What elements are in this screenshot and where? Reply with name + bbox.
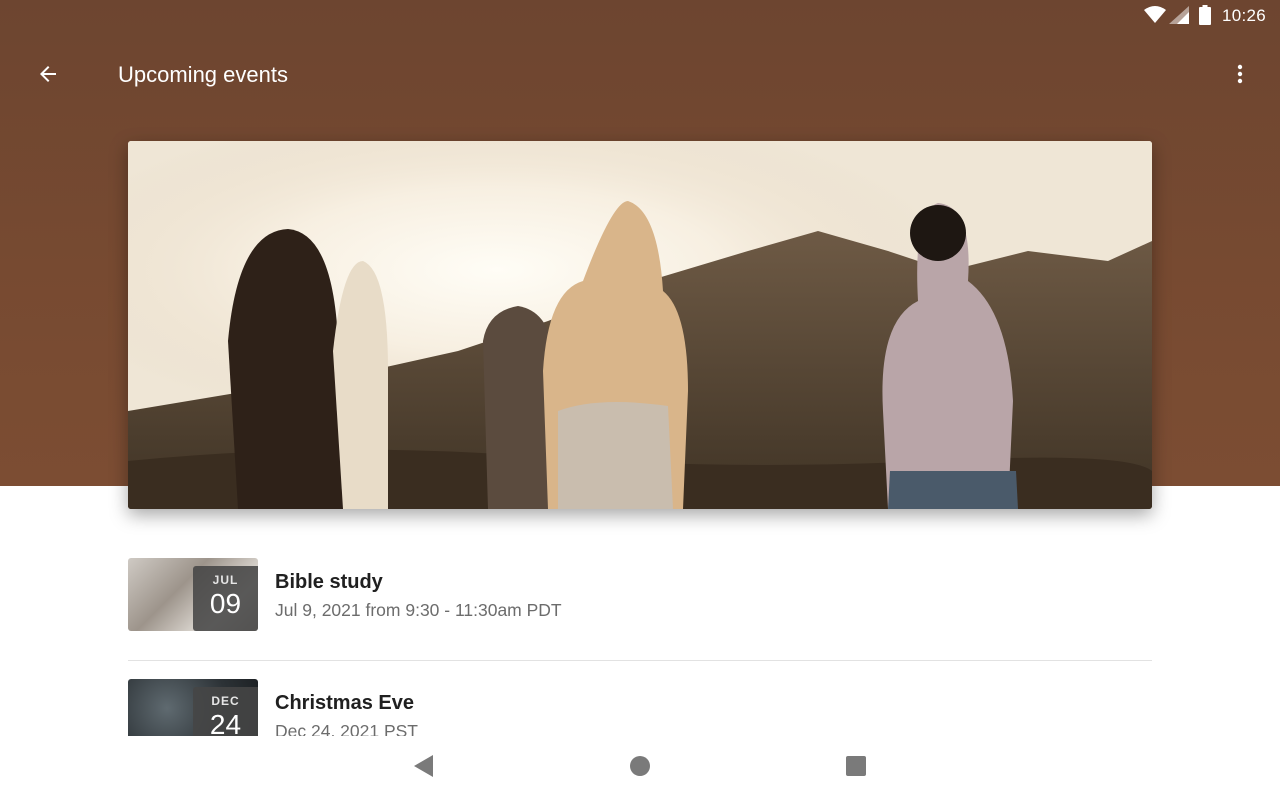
- event-title: Bible study: [275, 571, 383, 593]
- date-badge-month: JUL: [212, 573, 239, 587]
- date-badge-day: 24: [209, 709, 242, 736]
- event-thumbnail: DEC 24: [128, 679, 258, 736]
- event-title: Christmas Eve: [275, 692, 414, 714]
- list-item[interactable]: JUL 09 Bible study Jul 9, 2021 from 9:30…: [128, 540, 1152, 660]
- date-badge: DEC 24: [193, 687, 258, 736]
- event-datetime: Jul 9, 2021 from 9:30 - 11:30am PDT: [275, 600, 562, 620]
- events-list-viewport: JUL 09 Bible study Jul 9, 2021 from 9:30…: [0, 540, 1280, 736]
- status-bar: 10:26: [0, 0, 1280, 34]
- event-thumbnail: JUL 09: [128, 558, 258, 631]
- home-circle-icon: [629, 755, 651, 782]
- battery-icon: [1199, 5, 1211, 30]
- back-button[interactable]: [24, 54, 72, 98]
- date-badge: JUL 09: [193, 566, 258, 631]
- cell-signal-icon: [1169, 6, 1189, 29]
- overflow-menu-button[interactable]: [1218, 54, 1262, 98]
- wifi-icon: [1144, 6, 1166, 29]
- status-clock: 10:26: [1222, 6, 1267, 25]
- hero-image: [128, 141, 1152, 509]
- list-item[interactable]: DEC 24 Christmas Eve Dec 24, 2021 PST: [128, 661, 1152, 736]
- nav-home-button[interactable]: [612, 748, 668, 788]
- events-list: JUL 09 Bible study Jul 9, 2021 from 9:30…: [128, 540, 1152, 736]
- date-badge-month: DEC: [211, 694, 240, 708]
- more-vert-icon: [1228, 62, 1252, 91]
- nav-recents-button[interactable]: [828, 748, 884, 788]
- arrow-back-icon: [36, 62, 60, 91]
- system-navigation-bar: [0, 736, 1280, 800]
- event-datetime: Dec 24, 2021 PST: [275, 721, 418, 736]
- back-triangle-icon: [413, 754, 435, 783]
- app-bar: Upcoming events: [0, 40, 1280, 112]
- date-badge-day: 09: [209, 588, 242, 619]
- nav-back-button[interactable]: [396, 748, 452, 788]
- page-title: Upcoming events: [118, 62, 288, 87]
- recents-square-icon: [845, 755, 867, 782]
